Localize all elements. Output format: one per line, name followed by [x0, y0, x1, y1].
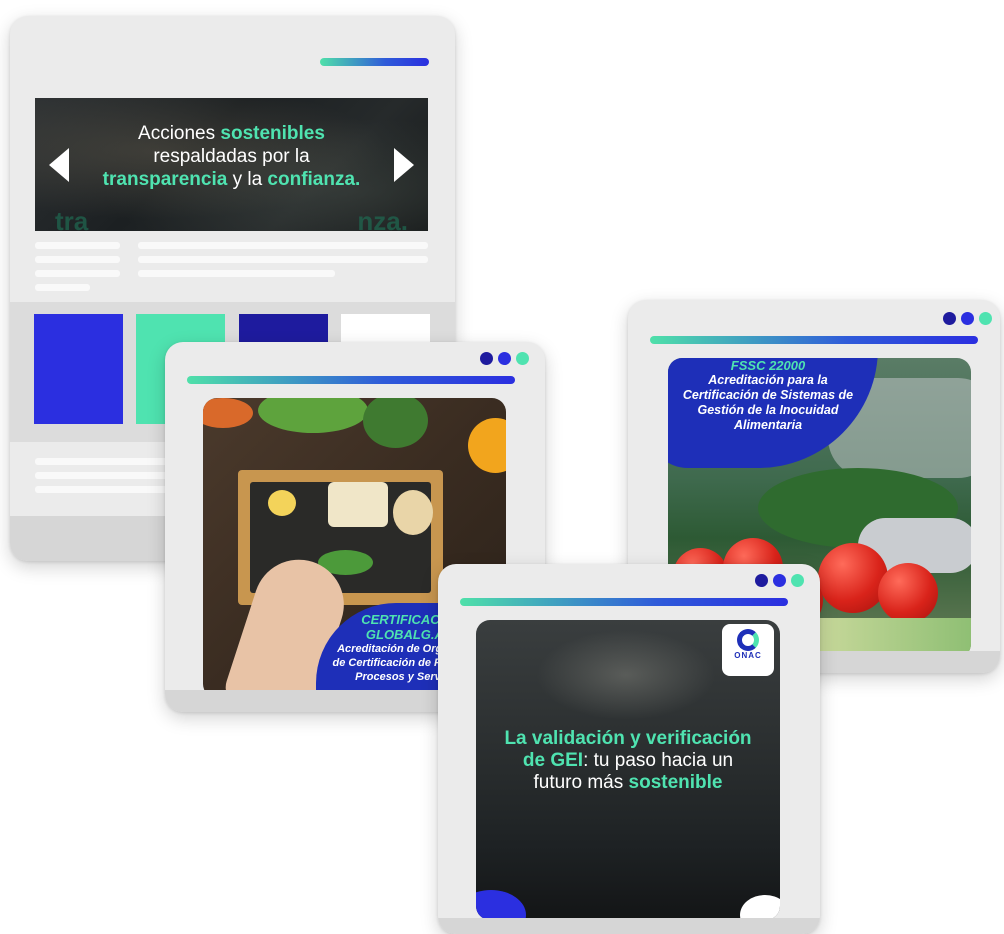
- placeholder-line: [35, 270, 120, 277]
- hero-line3-middle: y la: [227, 169, 268, 190]
- hero-ghost-text: tra nza.: [55, 206, 408, 231]
- placeholder-line: [35, 256, 120, 263]
- carrot-shape: [203, 398, 253, 428]
- gei-image: ONAC La validación y verificación de GEI…: [476, 620, 780, 920]
- tomato-shape: [818, 543, 888, 613]
- gei-line3-highlight: sostenible: [628, 772, 723, 793]
- placeholder-line: [138, 256, 428, 263]
- gei-line2-rest: : tu paso hacia un: [583, 750, 734, 771]
- gei-line1-highlight: validación y verificación: [531, 728, 752, 749]
- accent-bar: [460, 598, 788, 606]
- onac-logo: ONAC: [722, 624, 774, 676]
- dot-icon: [773, 574, 786, 587]
- gei-line1-prefix: La: [504, 728, 532, 749]
- fssc-line1: Acreditación para la: [708, 373, 828, 387]
- fssc-line2: Certificación de Sistemas de: [682, 388, 854, 402]
- dot-icon: [480, 352, 493, 365]
- orange-shape: [468, 418, 506, 473]
- gei-line2-highlight: de GEI: [522, 750, 584, 771]
- dot-icon: [979, 312, 992, 325]
- placeholder-line: [35, 458, 175, 465]
- dot-icon: [961, 312, 974, 325]
- corner-blob: [476, 890, 526, 920]
- fssc-line3: Gestión de la Inocuidad: [697, 403, 839, 417]
- gei-line3-prefix: futuro más: [533, 772, 629, 793]
- onac-ring-icon: [737, 629, 759, 651]
- hero-headline: Acciones sostenibles respaldadas por la …: [35, 122, 428, 191]
- potato-shape: [393, 490, 433, 535]
- gei-post-card: ONAC La validación y verificación de GEI…: [438, 564, 820, 934]
- accent-bar: [650, 336, 978, 344]
- hero-ghost-left: tra: [55, 206, 89, 231]
- dot-icon: [755, 574, 768, 587]
- color-tile: [34, 314, 123, 424]
- lettuce-shape: [258, 398, 368, 433]
- accent-bar: [187, 376, 515, 384]
- placeholder-line: [138, 242, 428, 249]
- tomato-shape: [878, 563, 938, 623]
- hero-ghost-right: nza.: [357, 206, 408, 231]
- dot-icon: [516, 352, 529, 365]
- window-dots: [943, 312, 992, 325]
- potato-cubes: [328, 482, 388, 527]
- hero-carousel: Acciones sostenibles respaldadas por la …: [35, 98, 428, 231]
- window-dots: [480, 352, 529, 365]
- fssc-text: FSSC 22000 Acreditación para la Certific…: [678, 358, 858, 433]
- onac-label: ONAC: [734, 651, 762, 660]
- bottom-bar: [438, 918, 820, 934]
- placeholder-line: [138, 270, 335, 277]
- dot-icon: [791, 574, 804, 587]
- hero-line1-prefix: Acciones: [138, 123, 221, 144]
- placeholder-line: [35, 242, 120, 249]
- dot-icon: [943, 312, 956, 325]
- fssc-title: FSSC 22000: [730, 358, 806, 373]
- placeholder-line: [35, 472, 175, 479]
- window-dots: [755, 574, 804, 587]
- fssc-line4: Alimentaria: [733, 418, 803, 432]
- accent-bar: [320, 58, 429, 66]
- hero-line2: respaldadas por la: [153, 146, 310, 167]
- placeholder-line: [35, 486, 175, 493]
- gei-headline: La validación y verificación de GEI: tu …: [476, 728, 780, 794]
- hero-line3-highlight2: confianza.: [267, 169, 361, 190]
- corner-blob: [740, 895, 780, 920]
- lemon-shape: [268, 490, 296, 516]
- placeholder-line: [35, 284, 90, 291]
- broccoli-shape: [363, 398, 428, 448]
- hero-line3-highlight1: transparencia: [102, 169, 228, 190]
- smoke-shape: [536, 630, 716, 720]
- dot-icon: [498, 352, 511, 365]
- hero-line1-highlight: sostenibles: [220, 123, 325, 144]
